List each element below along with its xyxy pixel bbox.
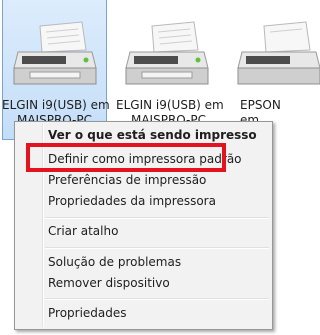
menu-item-properties[interactable]: Propriedades: [48, 302, 127, 324]
menu-separator: [45, 217, 269, 219]
device-label: ELGIN i9(USB) em: [116, 98, 224, 112]
device-label: ELGIN i9(USB) em: [2, 98, 110, 112]
printer-icon: [125, 21, 209, 85]
red-annotation-box: [26, 143, 226, 172]
device-label: EPSON: [240, 98, 281, 112]
menu-item-create-shortcut[interactable]: Criar atalho: [48, 220, 118, 242]
menu-separator: [45, 298, 269, 300]
printer-icon: [13, 21, 97, 85]
menu-separator: [45, 247, 269, 249]
menu-item-troubleshoot[interactable]: Solução de problemas: [48, 251, 181, 273]
menu-item-printing-preferences[interactable]: Preferências de impressão: [48, 169, 206, 191]
menu-item-printer-properties[interactable]: Propriedades da impressora: [48, 190, 216, 212]
device-tile-elgin-2[interactable]: ELGIN i9(USB) em MAISPRO-PC: [116, 0, 224, 140]
device-tile-epson[interactable]: EPSON em: [236, 0, 320, 140]
menu-item-remove-device[interactable]: Remover dispositivo: [48, 272, 170, 294]
printer-icon: [237, 21, 320, 85]
